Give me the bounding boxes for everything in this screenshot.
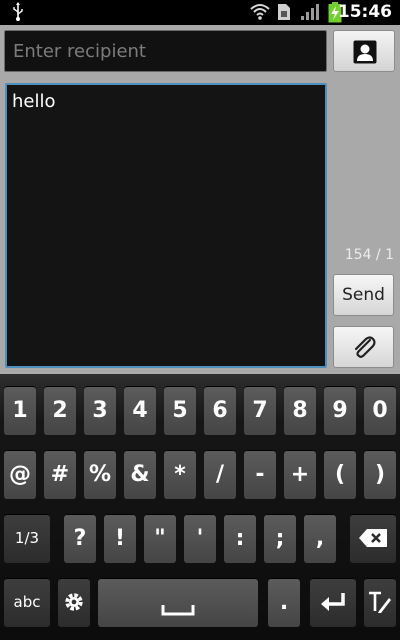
key-ampersand[interactable]: & xyxy=(124,450,156,499)
key-5[interactable]: 5 xyxy=(164,386,196,435)
key-apostrophe[interactable]: ' xyxy=(184,514,216,563)
paperclip-icon xyxy=(354,336,376,358)
signal-icon xyxy=(301,4,319,20)
character-counter: 154 / 1 xyxy=(344,247,394,263)
key-comma[interactable]: , xyxy=(304,514,336,563)
space-icon xyxy=(161,605,195,616)
clock: 15:46 xyxy=(337,2,392,22)
key-asterisk[interactable]: * xyxy=(164,450,196,499)
key-exclamation[interactable]: ! xyxy=(104,514,136,563)
key-double-quote[interactable]: " xyxy=(144,514,176,563)
message-input[interactable]: hello xyxy=(5,83,327,368)
contact-picker-button[interactable] xyxy=(333,30,395,72)
status-bar: 15:46 xyxy=(0,0,400,25)
recipient-input[interactable] xyxy=(4,30,327,72)
key-8[interactable]: 8 xyxy=(284,386,316,435)
key-9[interactable]: 9 xyxy=(324,386,356,435)
key-slash[interactable]: / xyxy=(204,450,236,499)
key-page-toggle[interactable]: 1/3 xyxy=(4,514,50,563)
key-settings[interactable] xyxy=(58,578,90,627)
key-percent[interactable]: % xyxy=(84,450,116,499)
keyboard: 1 2 3 4 5 6 7 8 9 0 @ # % & * / - + ( ) … xyxy=(0,374,400,640)
key-4[interactable]: 4 xyxy=(124,386,156,435)
key-colon[interactable]: : xyxy=(224,514,256,563)
key-question[interactable]: ? xyxy=(64,514,96,563)
wifi-icon xyxy=(250,4,270,20)
sim-icon xyxy=(278,4,290,20)
key-space[interactable] xyxy=(98,578,258,627)
key-6[interactable]: 6 xyxy=(204,386,236,435)
key-hash[interactable]: # xyxy=(44,450,76,499)
key-3[interactable]: 3 xyxy=(84,386,116,435)
key-abc[interactable]: abc xyxy=(4,578,50,627)
key-handwriting[interactable] xyxy=(364,578,396,627)
key-backspace[interactable] xyxy=(350,514,396,563)
key-1[interactable]: 1 xyxy=(4,386,36,435)
key-minus[interactable]: - xyxy=(244,450,276,499)
key-enter[interactable] xyxy=(310,578,356,627)
key-0[interactable]: 0 xyxy=(364,386,396,435)
gear-icon xyxy=(65,593,83,611)
contact-icon xyxy=(353,40,377,64)
handwriting-icon xyxy=(369,591,391,613)
key-2[interactable]: 2 xyxy=(44,386,76,435)
usb-icon xyxy=(13,2,23,21)
key-semicolon[interactable]: ; xyxy=(264,514,296,563)
backspace-icon xyxy=(359,529,387,547)
key-close-paren[interactable]: ) xyxy=(364,450,396,499)
key-at[interactable]: @ xyxy=(4,450,36,499)
key-open-paren[interactable]: ( xyxy=(324,450,356,499)
compose-area: hello 154 / 1 Send xyxy=(0,25,400,374)
key-period[interactable]: . xyxy=(268,578,300,627)
key-7[interactable]: 7 xyxy=(244,386,276,435)
send-button[interactable]: Send xyxy=(333,274,394,316)
key-plus[interactable]: + xyxy=(284,450,316,499)
attach-button[interactable] xyxy=(333,326,394,368)
enter-icon xyxy=(321,593,345,611)
